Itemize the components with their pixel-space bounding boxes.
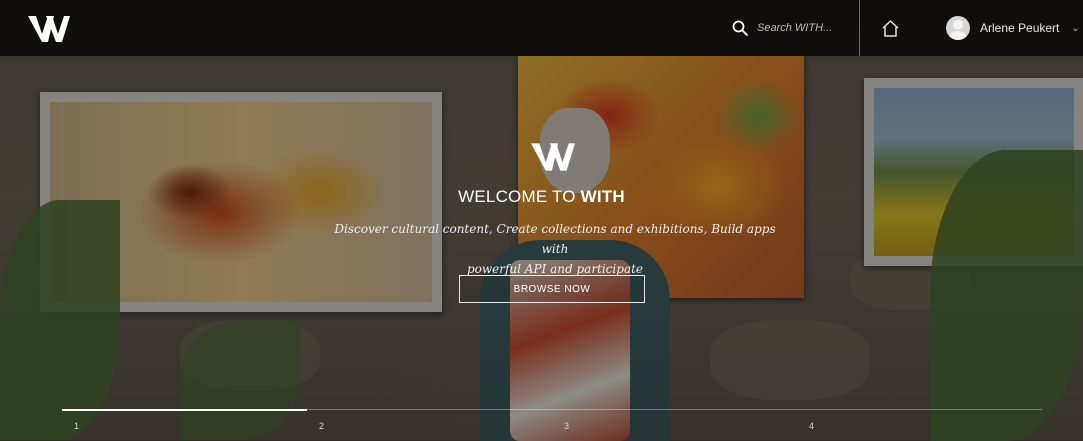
- slide-indicator-3[interactable]: 3: [552, 409, 797, 439]
- slide-number: 1: [74, 421, 80, 431]
- slide-number: 4: [809, 421, 815, 431]
- home-icon[interactable]: [881, 19, 900, 38]
- slide-progress-bar: [307, 409, 552, 410]
- with-logo-icon[interactable]: [28, 16, 70, 42]
- slide-progress-bar: [62, 409, 307, 411]
- welcome-brand: WITH: [580, 187, 625, 206]
- slide-number: 2: [319, 421, 325, 431]
- slide-number: 3: [564, 421, 570, 431]
- browse-now-button[interactable]: BROWSE NOW: [459, 275, 645, 303]
- chevron-down-icon[interactable]: ⌄: [1071, 23, 1079, 34]
- slide-indicator-4[interactable]: 4: [797, 409, 1042, 439]
- search-input[interactable]: [757, 17, 837, 39]
- welcome-prefix: WELCOME TO: [458, 187, 581, 206]
- user-menu[interactable]: Arlene Peukert ⌄: [946, 14, 1080, 42]
- avatar-icon[interactable]: [946, 16, 970, 40]
- slide-indicator-2[interactable]: 2: [307, 409, 552, 439]
- with-logo-icon: [531, 143, 575, 171]
- hero-tagline: Discover cultural content, Create collec…: [320, 219, 790, 279]
- search-icon[interactable]: [732, 20, 748, 36]
- top-navigation-bar: Arlene Peukert ⌄: [0, 0, 1083, 56]
- slide-progress-bar: [797, 409, 1042, 410]
- slide-progress-bar: [552, 409, 797, 410]
- header-divider: [859, 0, 860, 56]
- welcome-heading: WELCOME TO WITH: [0, 187, 1083, 207]
- tagline-line-1: Discover cultural content, Create collec…: [334, 222, 776, 256]
- slide-indicator-1[interactable]: 1: [62, 409, 307, 439]
- user-name[interactable]: Arlene Peukert: [980, 21, 1059, 35]
- slider-indicators: 1 2 3 4: [62, 409, 1042, 439]
